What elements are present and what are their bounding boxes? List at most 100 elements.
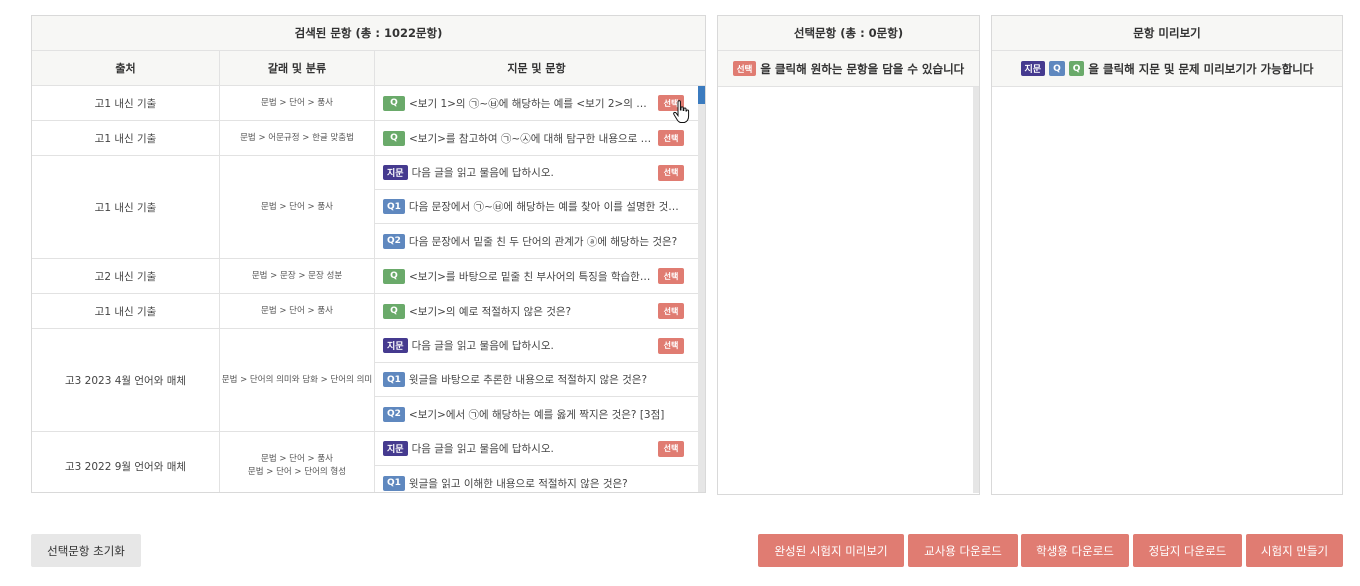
question-badge[interactable]: Q xyxy=(383,303,405,319)
passage-badge[interactable]: 지문 xyxy=(383,165,408,180)
question-text[interactable]: 다음 글을 읽고 물음에 답하시오. xyxy=(412,165,652,180)
question-text[interactable]: 다음 문장에서 밑줄 친 두 단어의 관계가 ⓐ에 해당하는 것은? xyxy=(409,234,684,249)
question-preview-title: 문항 미리보기 xyxy=(992,16,1342,51)
results-column-header: 출처 갈래 및 분류 지문 및 문항 xyxy=(32,51,705,86)
category-text: 문법 > 단어 > 품사 xyxy=(261,454,333,464)
item-cell: 지문 다음 글을 읽고 물음에 답하시오. 선택 Q1 다음 문장에서 ㉠~㉥에 해당하… xyxy=(375,156,698,258)
passage-badge[interactable]: 지문 xyxy=(383,441,408,456)
source-cell: 고3 2023 4월 언어와 매체 xyxy=(32,329,220,431)
preview-hint-text: 을 클릭해 지문 및 문제 미리보기가 가능합니다 xyxy=(1088,61,1314,76)
results-list[interactable]: 고1 내신 기출 문법 > 단어 > 품사 Q <보기 1>의 ㉠~㉥에 해당하는 예… xyxy=(32,86,705,492)
passage-badge[interactable]: 지문 xyxy=(383,338,408,353)
student-download-button[interactable]: 학생용 다운로드 xyxy=(1021,534,1129,567)
search-results-panel: 검색된 문항 (총 : 1022문항) 출처 갈래 및 분류 지문 및 문항 고… xyxy=(31,15,706,493)
reset-selection-button[interactable]: 선택문항 초기화 xyxy=(31,534,141,567)
teacher-download-button[interactable]: 교사용 다운로드 xyxy=(908,534,1018,567)
result-group: 고1 내신 기출 문법 > 단어 > 품사 Q <보기>의 예로 적절하지 않은 것은… xyxy=(32,294,705,329)
category-cell: 문법 > 단어 > 품사문법 > 단어 > 단어의 형성 xyxy=(220,432,375,492)
select-button[interactable]: 선택 xyxy=(658,130,684,146)
selected-hint-text: 을 클릭해 원하는 문항을 담을 수 있습니다 xyxy=(760,61,965,76)
category-cell: 문법 > 단어 > 품사 xyxy=(220,294,375,328)
item-cell: Q <보기 1>의 ㉠~㉥에 해당하는 예를 <보기 2>의 문장에서 찾은 것으… xyxy=(375,86,698,120)
question-badge[interactable]: Q xyxy=(383,130,405,146)
category-text: 문법 > 어문규정 > 한글 맞춤법 xyxy=(240,132,354,143)
question-row[interactable]: Q1 다음 문장에서 ㉠~㉥에 해당하는 예를 찾아 이를 설명한 것으로 적절한… xyxy=(375,190,698,224)
scrollbar-track[interactable] xyxy=(698,86,705,492)
category-cell: 문법 > 단어 > 품사 xyxy=(220,156,375,258)
source-cell: 고1 내신 기출 xyxy=(32,86,220,120)
question-text[interactable]: 윗글을 읽고 이해한 내용으로 적절하지 않은 것은? xyxy=(409,476,684,491)
selected-list[interactable] xyxy=(718,87,979,493)
selected-hint: 선택 을 클릭해 원하는 문항을 담을 수 있습니다 xyxy=(718,51,979,87)
question-row[interactable]: 지문 다음 글을 읽고 물음에 답하시오. 선택 xyxy=(375,432,698,466)
question-text[interactable]: 다음 글을 읽고 물음에 답하시오. xyxy=(412,338,652,353)
column-source: 출처 xyxy=(32,51,220,85)
result-group: 고1 내신 기출 문법 > 단어 > 품사 지문 다음 글을 읽고 물음에 답하시오.… xyxy=(32,156,705,259)
select-button[interactable]: 선택 xyxy=(658,440,684,457)
select-badge: 선택 xyxy=(732,61,757,76)
preview-hint: 지문 Q Q 을 클릭해 지문 및 문제 미리보기가 가능합니다 xyxy=(992,51,1342,87)
question-badge[interactable]: Q xyxy=(383,268,405,284)
question-preview-panel: 문항 미리보기 지문 Q Q 을 클릭해 지문 및 문제 미리보기가 가능합니다 xyxy=(991,15,1343,495)
question-row[interactable]: Q <보기 1>의 ㉠~㉥에 해당하는 예를 <보기 2>의 문장에서 찾은 것으… xyxy=(375,86,698,120)
question-row[interactable]: Q2 다음 문장에서 밑줄 친 두 단어의 관계가 ⓐ에 해당하는 것은? xyxy=(375,224,698,258)
question-row[interactable]: Q <보기>를 바탕으로 밑줄 친 부사어의 특징을 학습한 내용으로 적절한 것… xyxy=(375,259,698,293)
make-exam-button[interactable]: 시험지 만들기 xyxy=(1246,534,1343,567)
select-button[interactable]: 선택 xyxy=(658,268,684,284)
result-group: 고3 2022 9월 언어와 매체 문법 > 단어 > 품사 문법 > 단어 > 단… xyxy=(32,432,705,492)
result-group: 고1 내신 기출 문법 > 단어 > 품사 Q <보기 1>의 ㉠~㉥에 해당하는 예… xyxy=(32,86,705,121)
search-results-title: 검색된 문항 (총 : 1022문항) xyxy=(32,16,705,51)
category-cell: 문법 > 어문규정 > 한글 맞춤법 xyxy=(220,121,375,155)
question-row[interactable]: Q <보기>를 참고하여 ㉠~㉦에 대해 탐구한 내용으로 적절하지 않은 것은?… xyxy=(375,121,698,155)
category-cell: 문법 > 단어 > 품사 xyxy=(220,86,375,120)
column-category: 갈래 및 분류 xyxy=(220,51,375,85)
question-row[interactable]: 지문 다음 글을 읽고 물음에 답하시오. 선택 xyxy=(375,329,698,363)
question-badge-green: Q xyxy=(1068,61,1085,76)
scrollbar-thumb[interactable] xyxy=(698,86,705,104)
category-text: 문법 > 문장 > 문장 성분 xyxy=(251,270,343,281)
category-cell: 문법 > 단어의 의미와 담화 > 단어의 의미 xyxy=(220,329,375,431)
item-cell: Q <보기>를 바탕으로 밑줄 친 부사어의 특징을 학습한 내용으로 적절한 것… xyxy=(375,259,698,293)
question-text[interactable]: <보기 1>의 ㉠~㉥에 해당하는 예를 <보기 2>의 문장에서 찾은 것으로… xyxy=(409,96,652,111)
category-cell: 문법 > 문장 > 문장 성분 xyxy=(220,259,375,293)
scrollbar-track[interactable] xyxy=(973,87,979,493)
question-row[interactable]: Q1 윗글을 읽고 이해한 내용으로 적절하지 않은 것은? xyxy=(375,466,698,492)
item-cell: Q <보기>를 참고하여 ㉠~㉦에 대해 탐구한 내용으로 적절하지 않은 것은?… xyxy=(375,121,698,155)
question-row[interactable]: Q1 윗글을 바탕으로 추론한 내용으로 적절하지 않은 것은? xyxy=(375,363,698,397)
item-cell: 지문 다음 글을 읽고 물음에 답하시오. 선택 Q1 윗글을 바탕으로 추론한 내용으… xyxy=(375,329,698,431)
select-button[interactable]: 선택 xyxy=(658,303,684,319)
question-row[interactable]: Q2 <보기>에서 ㉠에 해당하는 예를 옳게 짝지은 것은? [3점] xyxy=(375,397,698,431)
question-badge[interactable]: Q2 xyxy=(383,406,405,422)
question-badge[interactable]: Q2 xyxy=(383,233,405,249)
category-text: 문법 > 단어 > 단어의 형성 xyxy=(247,467,347,477)
preview-exam-button[interactable]: 완성된 시험지 미리보기 xyxy=(758,534,904,567)
source-cell: 고2 내신 기출 xyxy=(32,259,220,293)
result-group: 고3 2023 4월 언어와 매체 문법 > 단어의 의미와 담화 > 단어의 의… xyxy=(32,329,705,432)
answer-download-button[interactable]: 정답지 다운로드 xyxy=(1133,534,1242,567)
question-text[interactable]: <보기>에서 ㉠에 해당하는 예를 옳게 짝지은 것은? [3점] xyxy=(409,407,684,422)
column-passage-question: 지문 및 문항 xyxy=(507,62,566,75)
item-cell: 지문 다음 글을 읽고 물음에 답하시오. 선택 Q1 윗글을 읽고 이해한 내용으로 … xyxy=(375,432,698,492)
selected-questions-panel: 선택문항 (총 : 0문항) 선택 을 클릭해 원하는 문항을 담을 수 있습니… xyxy=(717,15,980,495)
question-text[interactable]: <보기>를 참고하여 ㉠~㉦에 대해 탐구한 내용으로 적절하지 않은 것은? xyxy=(409,131,652,146)
question-row[interactable]: 지문 다음 글을 읽고 물음에 답하시오. 선택 xyxy=(375,156,698,190)
question-text[interactable]: <보기>를 바탕으로 밑줄 친 부사어의 특징을 학습한 내용으로 적절한 것은… xyxy=(409,269,652,284)
question-badge[interactable]: Q1 xyxy=(383,372,405,387)
question-text[interactable]: 윗글을 바탕으로 추론한 내용으로 적절하지 않은 것은? xyxy=(409,372,684,387)
item-cell: Q <보기>의 예로 적절하지 않은 것은? 선택 xyxy=(375,294,698,328)
question-row[interactable]: Q <보기>의 예로 적절하지 않은 것은? 선택 xyxy=(375,294,698,328)
hand-cursor-icon xyxy=(673,100,690,123)
question-badge[interactable]: Q1 xyxy=(383,475,405,491)
category-text: 문법 > 단어 > 품사 xyxy=(261,201,333,212)
question-badge-blue: Q xyxy=(1049,61,1065,76)
select-button[interactable]: 선택 xyxy=(658,337,684,354)
category-text: 문법 > 단어 > 품사 xyxy=(261,305,333,316)
result-group: 고2 내신 기출 문법 > 문장 > 문장 성분 Q <보기>를 바탕으로 밑줄 친 … xyxy=(32,259,705,294)
question-badge[interactable]: Q xyxy=(383,95,405,111)
question-text[interactable]: 다음 글을 읽고 물음에 답하시오. xyxy=(412,441,652,456)
question-text[interactable]: <보기>의 예로 적절하지 않은 것은? xyxy=(409,304,652,319)
question-badge[interactable]: Q1 xyxy=(383,199,405,214)
select-button[interactable]: 선택 xyxy=(658,164,684,181)
preview-area xyxy=(992,87,1342,493)
question-text[interactable]: 다음 문장에서 ㉠~㉥에 해당하는 예를 찾아 이를 설명한 것으로 적절한 것… xyxy=(409,199,684,214)
